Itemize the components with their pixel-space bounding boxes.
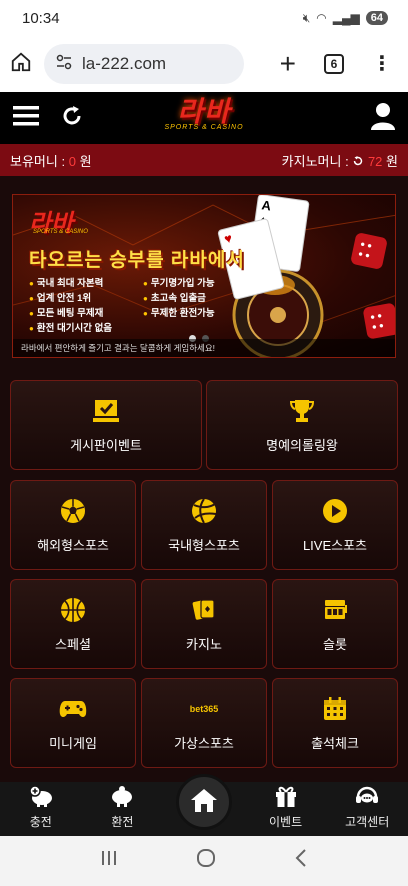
dice-icon-2 [362,302,395,340]
site-logo[interactable]: 라바 SPORTS & CASINO [164,96,244,132]
status-bar: 10:34 🔇︎ ◠ ▂▄▆ 64 [0,0,408,36]
wifi-icon: ◠ [316,11,327,25]
money-balance: 보유머니 : 0 원 [10,151,92,170]
feature-item: 모든 베팅 무제재 [29,305,129,319]
address-bar[interactable]: la-222.com [44,44,244,84]
nav-label: 환전 [111,815,134,829]
nav-withdraw[interactable]: 환전 [82,785,162,830]
home-circle-icon[interactable] [196,848,216,874]
system-navigation-bar [0,836,408,886]
menu-label: 가상스포츠 [174,735,234,751]
logo-subtitle: SPORTS & CASINO [164,124,244,131]
site-header: 라바 SPORTS & CASINO [0,92,408,144]
feature-item: 환전 대기시간 없음 [29,320,129,334]
signal-icon: ▂▄▆ [332,11,360,25]
menu-label: 출석체크 [311,735,359,751]
menu-label: 해외형스포츠 [37,537,109,553]
nav-label: 고객센터 [345,815,390,829]
menu-minigame[interactable]: 미니게임 [10,678,136,768]
feature-item: 무제한 환전가능 [143,305,243,319]
main-content: A♠ ♥ 라바 SPORTS & CASINO 타오르는 승부를 라바에서 국내… [0,176,408,782]
menu-overseas-sports[interactable]: 해외형스포츠 [10,480,136,570]
mute-icon: 🔇︎ [302,10,311,25]
bet365-logo-icon: bet365 [189,703,219,714]
dice-icon [350,232,388,270]
tab-switcher-button[interactable]: 6 [324,54,344,74]
menu-domestic-sports[interactable]: 국내형스포츠 [141,480,267,570]
menu-label: 미니게임 [49,735,97,751]
nav-event[interactable]: 이벤트 [246,785,326,830]
menu-label: 국내형스포츠 [168,537,240,553]
money-value: 0 [68,153,76,169]
balance-bar: 보유머니 : 0 원 카지노머니 : 72 원 [0,144,408,176]
clock: 10:34 [22,9,60,27]
checkbox-icon [92,397,120,425]
feature-item: 무기명가입 가능 [143,275,243,289]
menu-hall-of-fame[interactable]: 명예의롤링왕 [206,380,398,470]
recent-apps-icon[interactable] [99,849,119,873]
nav-deposit[interactable]: 충전 [1,785,81,830]
menu-live-sports[interactable]: LIVE스포츠 [272,480,398,570]
menu-special[interactable]: 스페셜 [10,579,136,669]
banner-logo-subtitle: SPORTS & CASINO [33,229,88,235]
logo-text: 라바 [177,96,231,127]
menu-label: 게시판이벤트 [70,437,142,453]
feature-item: 업계 안전 1위 [29,290,129,304]
user-profile-icon[interactable] [370,102,396,135]
nav-label: 이벤트 [269,815,303,829]
casino-value: 72 [367,153,383,169]
feature-item: 국내 최대 자본력 [29,275,129,289]
status-icons: 🔇︎ ◠ ▂▄▆ 64 [303,11,388,26]
back-icon[interactable] [293,848,309,874]
menu-label: 카지노 [186,636,222,652]
hamburger-menu-icon[interactable] [12,104,40,133]
volleyball-icon [190,497,218,525]
battery-indicator: 64 [365,11,388,25]
more-menu-icon[interactable]: ⋮ [372,54,392,74]
home-icon[interactable] [10,51,32,78]
nav-home-button[interactable] [176,774,232,830]
card-rank: A [260,197,273,214]
menu-board-event[interactable]: 게시판이벤트 [10,380,202,470]
home-icon [190,787,218,818]
menu-label: 스페셜 [55,636,91,652]
basketball-icon [59,596,87,624]
piggy-bank-plus-icon [29,785,53,810]
casino-unit: 원 [386,153,398,169]
money-label: 보유머니 : [10,153,66,169]
casino-label: 카지노머니 : [281,153,349,169]
new-tab-icon[interactable]: + [280,50,296,78]
calendar-icon [321,695,349,723]
money-unit: 원 [79,153,92,169]
gift-icon [274,785,298,810]
menu-virtual-sports[interactable]: bet365 가상스포츠 [141,678,267,768]
play-icon [321,497,349,525]
url-text: la-222.com [82,54,167,73]
banner-feature-list: 국내 최대 자본력 무기명가입 가능 업계 안전 1위 초고속 입출금 모든 베… [29,275,243,334]
soccer-ball-icon [59,497,87,525]
menu-casino[interactable]: 카지노 [141,579,267,669]
cards-icon [190,596,218,624]
menu-label: 슬롯 [323,636,347,652]
banner-caption: 라바에서 편안하게 즐기고 결과는 달콤하게 게임하세요! [13,339,395,357]
banner-title: 타오르는 승부를 라바에서 [29,250,245,271]
headset-chat-icon [354,785,380,810]
menu-label: LIVE스포츠 [302,537,368,553]
site-settings-icon[interactable] [56,54,72,75]
piggy-bank-icon [110,785,134,810]
gamepad-icon [59,695,87,723]
trophy-icon [288,397,316,425]
promo-banner[interactable]: A♠ ♥ 라바 SPORTS & CASINO 타오르는 승부를 라바에서 국내… [12,194,396,358]
menu-attendance[interactable]: 출석체크 [272,678,398,768]
nav-label: 충전 [29,815,52,829]
menu-label: 명예의롤링왕 [266,437,338,453]
refresh-icon[interactable] [60,104,84,133]
slot-machine-icon [321,596,349,624]
nav-support[interactable]: 고객센터 [327,785,407,830]
menu-slot[interactable]: 슬롯 [272,579,398,669]
casino-balance: 카지노머니 : 72 원 [282,151,398,170]
refresh-casino-icon[interactable] [352,154,368,169]
browser-toolbar: la-222.com + 6 ⋮ [0,36,408,92]
feature-item: 초고속 입출금 [143,290,243,304]
